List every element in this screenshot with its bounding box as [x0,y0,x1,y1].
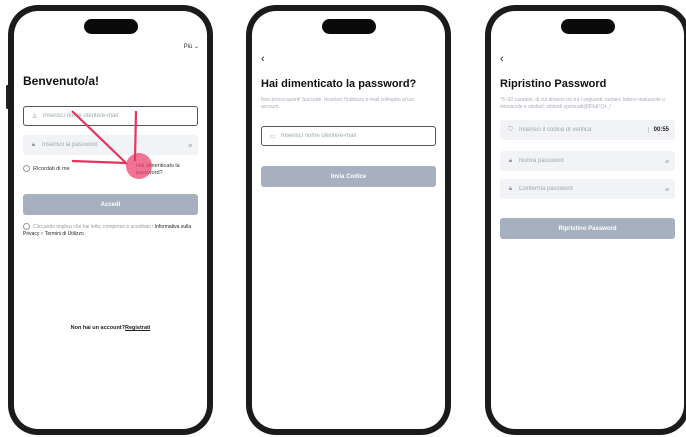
user-icon: ♙ [31,113,38,120]
dynamic-island [83,19,138,34]
and-text: e [40,230,44,237]
username-placeholder: Inserisci nome utente/e-mail [43,113,119,119]
volume-button [6,85,9,109]
page-title: Hai dimenticato la password? [261,78,417,90]
confirm-password-placeholder: Conferma password [519,186,573,192]
consent-row: Cliccando implica che hai letto, compres… [23,223,197,237]
eye-off-icon[interactable]: ⌀ [665,158,669,165]
shield-icon: ⛉ [508,126,513,133]
confirm-password-field[interactable]: 🔒︎ Conferma password ⌀ [500,179,675,199]
new-password-placeholder: Nuova password [519,158,564,164]
eye-off-icon[interactable]: ⌀ [188,142,192,149]
remember-me-label: Ricordati di me [33,165,70,172]
phone-forgot-password: ‹ Hai dimenticato la password? Non preoc… [246,5,451,435]
chevron-down-icon: ⌄ [193,44,199,50]
reset-password-button[interactable]: Ripristino Password [500,218,675,239]
tap-indicator [126,153,152,179]
forgot-password-screen: ‹ Hai dimenticato la password? Non preoc… [252,11,445,429]
password-rules: *6~32 caratteri, di cui almeno tre tra i… [500,97,665,110]
phone-reset-password: ‹ Ripristino Password *6~32 caratteri, d… [485,5,686,435]
page-subtitle: Non preoccuparti! Succede. Inserisci l'i… [261,97,415,110]
password-placeholder: Inserisci la password [42,142,98,148]
email-field[interactable]: ▭ Inserisci nome utente/e-mail [261,126,436,146]
register-row: Non hai un account?Registrati [14,325,207,331]
checkbox-icon [23,165,30,172]
register-link[interactable]: Registrati [125,325,150,331]
countdown-timer: 00:55 [647,127,669,133]
login-screen: Più ⌄ Benvenuto/a! ♙ Inserisci nome uten… [14,11,207,429]
verification-code-field[interactable]: ⛉ Inserisci il codice di verifica 00:55 [500,120,675,140]
verification-code-placeholder: Inserisci il codice di verifica [519,127,592,133]
phone-login: Più ⌄ Benvenuto/a! ♙ Inserisci nome uten… [6,5,213,435]
consent-text: Cliccando implica che hai letto, compres… [33,223,154,230]
lock-icon: 🔒︎ [31,141,36,148]
page-title: Ripristino Password [500,78,607,90]
back-button[interactable]: ‹ [261,53,265,65]
language-label: Più [183,44,193,50]
arrow-line [71,159,127,165]
email-placeholder: Inserisci nome utente/e-mail [281,133,357,139]
password-field[interactable]: 🔒︎ Inserisci la password ⌀ [23,135,198,155]
new-password-field[interactable]: 🔒︎ Nuova password ⌀ [500,151,675,171]
terms-link[interactable]: Termini di Utilizzo [45,231,84,237]
username-field[interactable]: ♙ Inserisci nome utente/e-mail [23,106,198,126]
lock-icon: 🔒︎ [508,157,513,164]
dynamic-island [560,19,615,34]
lock-icon: 🔒︎ [508,185,513,192]
page-title: Benvenuto/a! [23,74,100,88]
checkbox-icon[interactable] [23,223,30,230]
chevron-left-icon: ‹ [500,53,504,65]
language-selector[interactable]: Più ⌄ [184,43,199,50]
send-code-button[interactable]: Invia Codice [261,166,436,187]
no-account-text: Non hai un account? [70,325,125,331]
back-button[interactable]: ‹ [500,53,504,65]
remember-me-checkbox[interactable]: Ricordati di me [23,165,70,172]
login-button[interactable]: Accedi [23,194,198,215]
chevron-left-icon: ‹ [261,53,265,65]
email-icon: ▭ [269,133,276,140]
reset-password-screen: ‹ Ripristino Password *6~32 caratteri, d… [491,11,684,429]
dynamic-island [321,19,376,34]
eye-off-icon[interactable]: ⌀ [665,186,669,193]
